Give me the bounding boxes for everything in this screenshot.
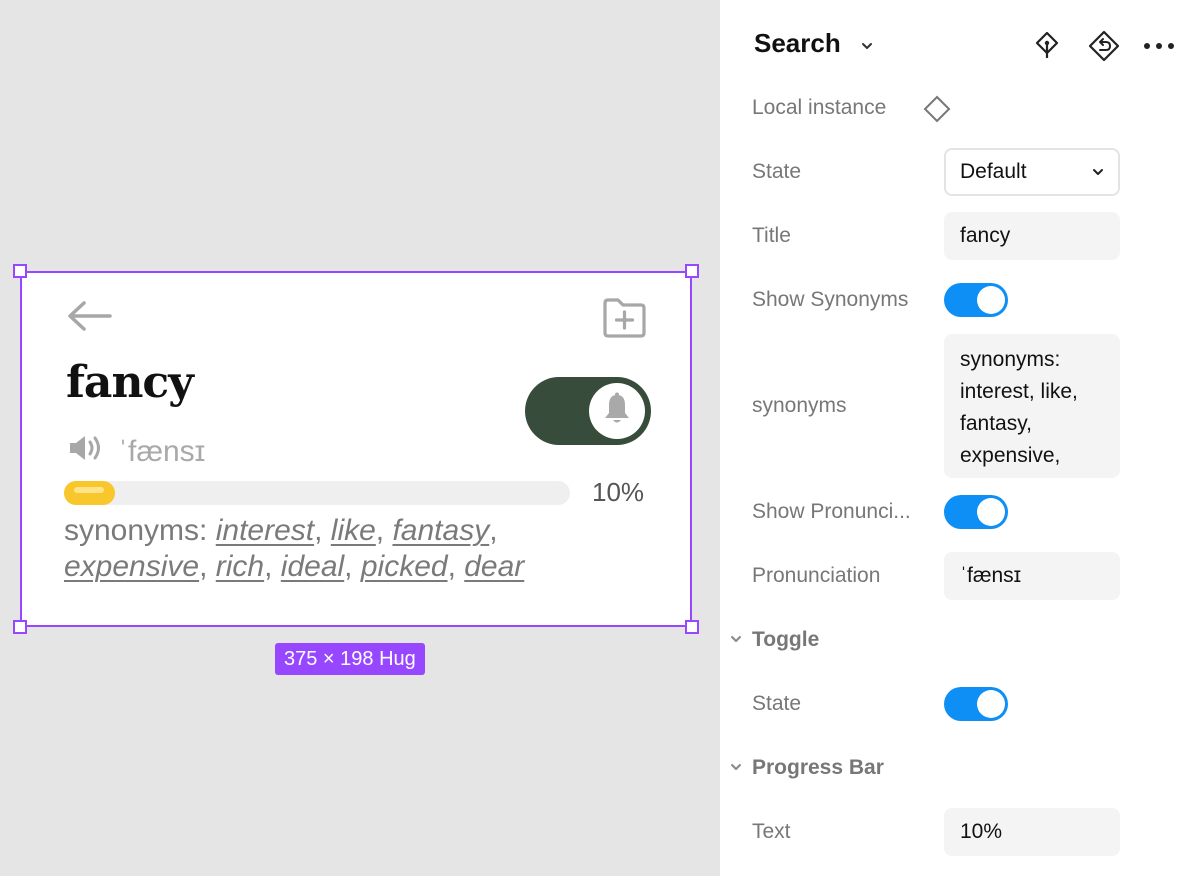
progress-bar	[64, 481, 570, 505]
search-component-frame[interactable]: fancy ˈfænsɪ 10% synonyms: interest, lik…	[20, 271, 692, 627]
properties-panel: Search Local instance State Default Titl…	[720, 0, 1194, 876]
synonym-item: picked	[360, 550, 448, 583]
resize-handle-top-left[interactable]	[13, 264, 27, 278]
title-label: Title	[752, 224, 791, 247]
chevron-down-icon[interactable]	[730, 632, 742, 651]
chevron-down-icon[interactable]	[730, 760, 742, 779]
synonym-item: expensive	[64, 550, 200, 583]
show-pronunciation-label: Show Pronunci...	[752, 500, 911, 523]
progress-fill	[64, 481, 115, 505]
reset-instance-icon[interactable]	[1088, 30, 1120, 67]
state-label: State	[752, 160, 802, 183]
synonym-item: ideal	[280, 550, 345, 583]
synonym-item: rich	[215, 550, 265, 583]
toggle-state-switch[interactable]	[944, 687, 1008, 721]
toggle-knob	[589, 383, 645, 439]
component-name[interactable]: Search	[754, 28, 841, 59]
title-input[interactable]: fancy	[944, 212, 1120, 260]
bell-icon	[602, 392, 632, 431]
local-instance-label: Local instance	[752, 96, 887, 119]
synonym-item: like	[330, 514, 376, 547]
synonyms-input-line: interest, like,	[960, 380, 1078, 403]
go-to-main-component-icon[interactable]	[1032, 30, 1062, 65]
progress-text-input[interactable]: 10%	[944, 808, 1120, 856]
folder-add-icon	[602, 297, 648, 344]
chevron-down-icon[interactable]	[860, 38, 874, 56]
chevron-down-icon	[1092, 150, 1104, 210]
synonym-item: fantasy	[392, 514, 490, 547]
show-synonyms-label: Show Synonyms	[752, 288, 909, 311]
synonyms-prefix: synonyms:	[64, 514, 216, 547]
state-select[interactable]: Default	[944, 148, 1120, 196]
synonyms-text: synonyms: interest, like, fantasy, expens…	[64, 514, 525, 583]
synonyms-input-line: synonyms:	[960, 348, 1061, 371]
word-title: fancy	[66, 357, 194, 408]
frame-size-label: 375 × 198 Hug	[275, 643, 425, 675]
resize-handle-bottom-left[interactable]	[13, 620, 27, 634]
progress-percent: 10%	[592, 477, 645, 507]
synonym-item: dear	[464, 550, 525, 583]
synonyms-label: synonyms	[752, 394, 847, 417]
component-diamond-icon	[922, 94, 952, 129]
toggle-section-header[interactable]: Toggle	[752, 628, 819, 652]
synonym-item: interest	[215, 514, 315, 547]
text-label: Text	[752, 820, 791, 843]
design-canvas[interactable]: fancy ˈfænsɪ 10% synonyms: interest, lik…	[0, 0, 720, 876]
resize-handle-bottom-right[interactable]	[685, 620, 699, 634]
pronunciation-text: ˈfænsɪ	[118, 435, 206, 468]
resize-handle-top-right[interactable]	[685, 264, 699, 278]
toggle-state-label: State	[752, 692, 802, 715]
synonyms-input[interactable]: synonyms: interest, like, fantasy, expen…	[944, 334, 1120, 478]
speaker-icon	[68, 433, 104, 468]
synonyms-input-line: fantasy,	[960, 412, 1032, 435]
show-pronunciation-switch[interactable]	[944, 495, 1008, 529]
back-arrow-icon	[66, 299, 112, 338]
progress-bar-section-header[interactable]: Progress Bar	[752, 756, 884, 780]
more-options-icon[interactable]	[1142, 38, 1176, 56]
pronunciation-label: Pronunciation	[752, 564, 881, 587]
notification-toggle	[525, 377, 651, 445]
state-select-value: Default	[960, 160, 1027, 183]
pronunciation-input[interactable]: ˈfænsɪ	[944, 552, 1120, 600]
synonyms-input-line: expensive,	[960, 444, 1061, 467]
show-synonyms-switch[interactable]	[944, 283, 1008, 317]
